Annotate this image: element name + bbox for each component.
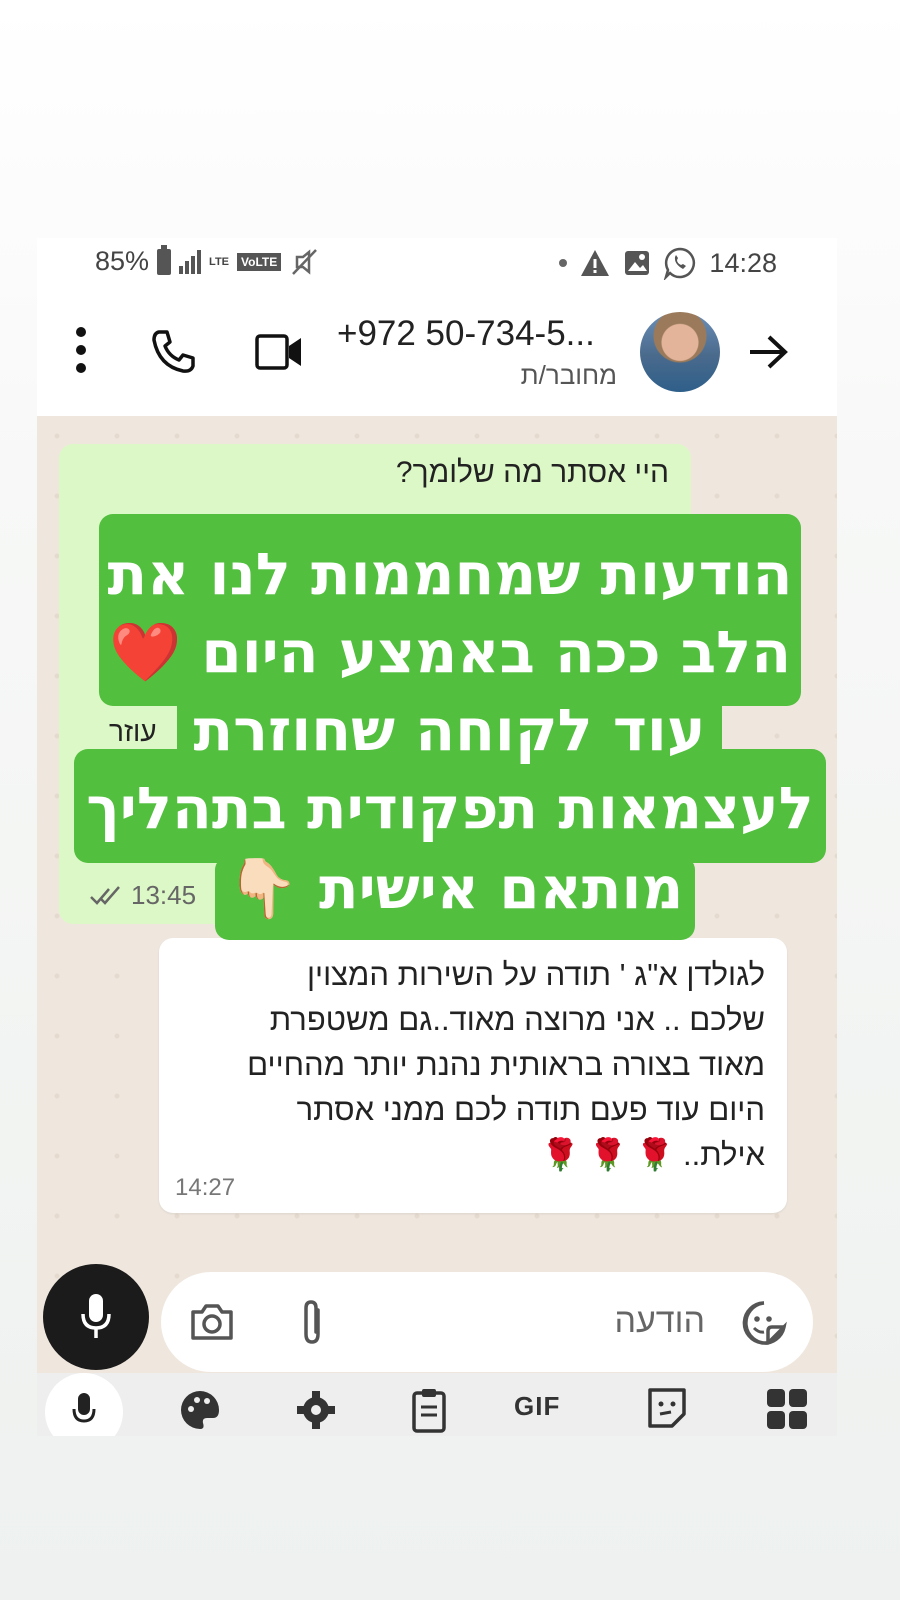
keyboard-toolbar: GIF [37,1373,837,1436]
keyboard-voice-button[interactable] [45,1373,123,1436]
contact-status: מחובר/ת [520,360,617,390]
message-input[interactable]: הודעה [161,1272,813,1372]
lte-label: LTE [209,255,230,268]
palette-icon[interactable] [179,1389,221,1431]
incoming-message-line: היום עוד פעם תודה לכם ממני אסתר [296,1092,765,1127]
battery-icon [157,244,172,275]
voice-record-button[interactable] [43,1264,149,1370]
video-call-icon[interactable] [255,332,303,372]
contact-avatar[interactable] [640,312,720,392]
outgoing-message-text: היי אסתר מה שלומך? [395,456,669,489]
warning-icon [581,250,610,276]
chat-header: +972 50-734-5... מחובר/ת [37,288,837,416]
sticker-emoji-icon[interactable] [741,1300,787,1346]
outgoing-message-partial-text: עוזר [109,716,157,747]
contact-name[interactable]: +972 50-734-5... [337,314,595,354]
back-arrow-icon[interactable] [747,334,789,370]
incoming-message-line: לגולדן א"ג ' תודה על השירות המצוין [307,957,765,992]
microphone-icon [81,1294,111,1338]
message-input-placeholder: הודעה [614,1302,705,1340]
status-bar: 85% LTE VoLTE 14:28 [37,238,837,288]
outgoing-message-meta: 13:45 [89,880,196,911]
signal-icon [179,249,202,274]
more-options-icon[interactable] [71,326,91,374]
overlay-line: הודעות שמחממות לנו את [107,540,793,608]
overlay-line: לעצמאות תפקודית בתהליך [86,774,814,842]
clipboard-icon[interactable] [411,1387,447,1433]
volte-label: VoLTE [237,252,282,271]
incoming-message-line: מאוד בצורה בראותית נהנת יותר מהחיים [247,1047,765,1082]
incoming-message-time: 14:27 [175,1174,236,1201]
sticker-icon[interactable] [647,1387,687,1429]
settings-gear-icon[interactable] [295,1389,337,1431]
overlay-line: מותאם אישית 👇🏻 [226,854,684,922]
phone-call-icon[interactable] [151,328,197,374]
camera-icon[interactable] [189,1302,235,1342]
status-left: 85% LTE VoLTE [95,244,319,277]
status-right: 14:28 [559,246,777,280]
status-time: 14:28 [709,247,777,278]
mute-icon [292,248,318,275]
outgoing-message-time: 13:45 [131,880,197,910]
double-check-icon [90,885,120,905]
incoming-message-line: אילת.. 🌹 🌹 🌹 [541,1137,765,1172]
overlay-line: הלב ככה באמצע היום ❤️ [108,618,792,686]
gif-button[interactable]: GIF [514,1391,560,1422]
incoming-message-text: לגולדן א"ג ' תודה על השירות המצוין שלכם … [175,952,765,1177]
battery-percent: 85% [95,246,150,276]
whatsapp-icon [664,247,696,280]
overlay-line: עוד לקוחה שחוזרת [193,696,706,764]
attach-icon[interactable] [297,1298,327,1348]
incoming-message-line: שלכם .. אני מרוצה מאוד..גם משטפרת [269,1002,765,1037]
incoming-message[interactable]: לגולדן א"ג ' תודה על השירות המצוין שלכם … [159,938,787,1213]
gallery-icon [625,251,650,275]
apps-grid-icon[interactable] [765,1387,809,1431]
notification-dot-icon [559,259,568,267]
keyboard-microphone-icon [72,1393,96,1423]
